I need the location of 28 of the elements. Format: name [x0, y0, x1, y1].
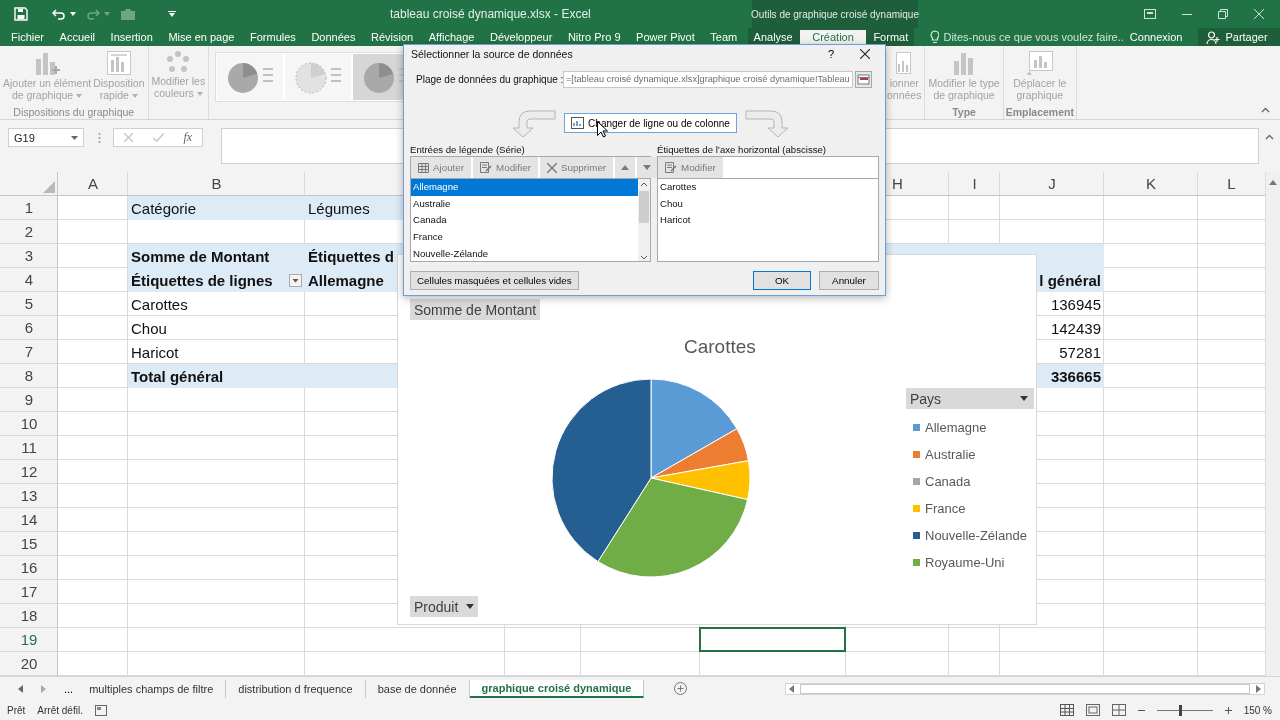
- group-label: Dispositions du graphique: [13, 106, 135, 118]
- context-header: Outils de graphique croisé dynamique: [751, 8, 919, 20]
- legend-label: France: [925, 501, 966, 516]
- legend-label: Nouvelle-Zélande: [925, 528, 1027, 543]
- legend-label: Australie: [925, 447, 976, 462]
- section-label: Étiquettes de l’axe horizontal (abscisse): [657, 143, 828, 156]
- legend-label: Canada: [925, 474, 971, 489]
- table-cell: Somme de Montant: [128, 244, 305, 268]
- table-cell-text: 136945: [1049, 294, 1102, 315]
- legend-label: Royaume-Uni: [925, 555, 1005, 570]
- table-cell-text: Haricot: [130, 342, 180, 363]
- dialog-title: Sélectionner la source de données: [411, 48, 573, 60]
- table-cell-text: 57281: [1058, 342, 1102, 363]
- cell-text: Étiquettes de lignes: [131, 270, 273, 291]
- group-label: Emplacement: [1005, 106, 1074, 118]
- group-label: Type: [952, 106, 976, 118]
- table-cell-text: 142439: [1049, 318, 1102, 339]
- table-cell-text: Chou: [130, 318, 168, 339]
- table-cell: Total général: [128, 364, 305, 388]
- legend-label: Allemagne: [925, 420, 987, 435]
- status-text: Prêt: [7, 704, 26, 716]
- table-cell-text: Carottes: [130, 294, 189, 315]
- section-label: Entrées de légende (Série): [410, 143, 526, 156]
- chart-title: Carottes: [684, 336, 756, 358]
- status-text: Arrêt défil.: [37, 704, 83, 716]
- window-title: tableau croisé dynamique.xlsx - Excel: [390, 7, 591, 21]
- field-label: Plage de données du graphique :: [416, 74, 563, 85]
- table-cell: Catégorie: [128, 196, 305, 220]
